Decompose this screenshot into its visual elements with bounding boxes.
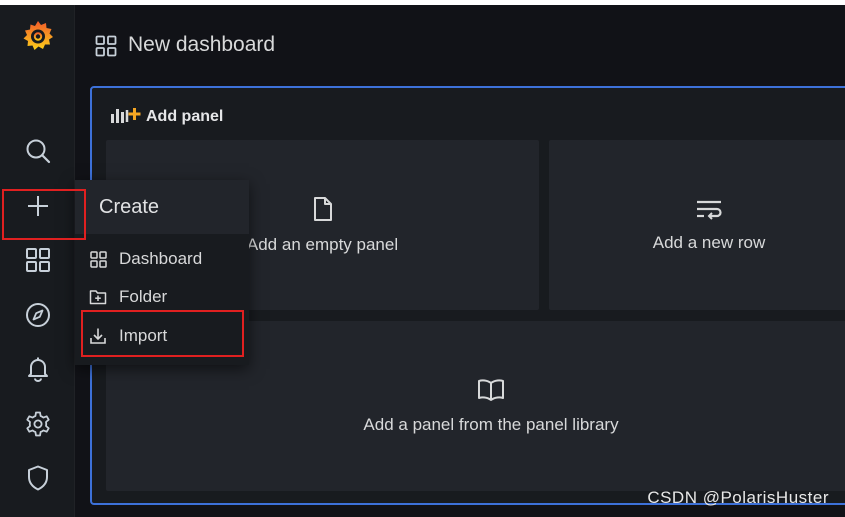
add-panel-icon [110, 106, 142, 129]
top-bar: New dashboard [75, 5, 845, 85]
folder-plus-icon [89, 288, 107, 306]
add-empty-panel-label: Add an empty panel [246, 234, 399, 254]
add-panel-title: Add panel [146, 108, 224, 125]
screenshot-frame: New dashboard Add panel Add an empty pan… [0, 0, 845, 517]
shield-icon[interactable] [19, 459, 57, 497]
page-title[interactable]: New dashboard [128, 31, 275, 59]
create-menu-item-folder[interactable]: Folder [89, 283, 167, 311]
gear-icon[interactable] [19, 405, 57, 443]
wrap-text-icon [695, 198, 723, 225]
grafana-logo[interactable] [19, 17, 57, 55]
add-new-row-label: Add a new row [652, 232, 766, 252]
apps-icon [95, 35, 117, 57]
bell-icon[interactable] [19, 350, 57, 388]
create-menu-header[interactable]: Create [75, 180, 249, 234]
grafana-app: New dashboard Add panel Add an empty pan… [0, 5, 845, 517]
highlight-create-button [2, 189, 86, 240]
add-panel-header: Add panel [110, 106, 223, 128]
add-new-row-button[interactable]: Add a new row [549, 140, 845, 310]
apps-icon[interactable] [19, 241, 57, 279]
create-menu-item-dashboard[interactable]: Dashboard [89, 245, 202, 273]
file-blank-icon [312, 196, 334, 227]
add-panel-from-library-label: Add a panel from the panel library [363, 414, 619, 434]
apps-icon [89, 250, 107, 268]
compass-icon[interactable] [19, 296, 57, 334]
highlight-import-item [81, 310, 244, 357]
create-menu-item-label: Dashboard [119, 249, 203, 268]
watermark: CSDN @PolarisHuster [647, 488, 829, 507]
search-icon[interactable] [19, 132, 57, 170]
sidebar [0, 5, 75, 517]
create-menu-title: Create [99, 196, 160, 218]
grafana-logo-icon [23, 21, 53, 50]
create-menu-item-label: Folder [119, 287, 168, 306]
book-open-icon [477, 378, 505, 407]
